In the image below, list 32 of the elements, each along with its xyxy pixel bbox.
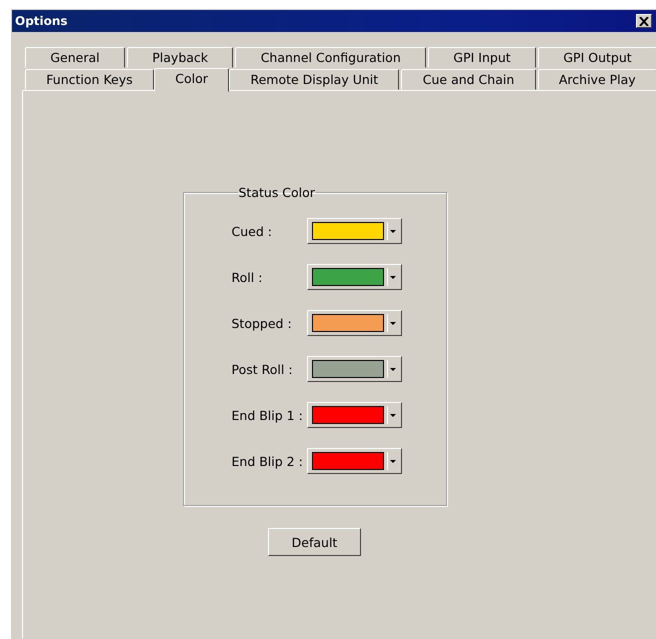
default-button[interactable]: Default bbox=[268, 528, 361, 556]
dropdown-arrow-icon bbox=[386, 360, 398, 378]
color-picker[interactable] bbox=[306, 310, 402, 336]
color-label: End Blip 1 : bbox=[232, 408, 304, 422]
color-label: Roll : bbox=[232, 270, 264, 284]
tab[interactable]: Function Keys bbox=[25, 69, 154, 90]
tab[interactable]: GPI Input bbox=[428, 47, 536, 68]
color-picker[interactable] bbox=[306, 402, 402, 428]
color-label: Cued : bbox=[232, 224, 273, 238]
window-title: Options bbox=[15, 14, 68, 28]
color-label: Stopped : bbox=[232, 316, 293, 330]
dropdown-arrow-icon bbox=[386, 222, 398, 240]
tab[interactable]: Archive Play bbox=[538, 69, 656, 90]
dropdown-arrow-icon bbox=[386, 314, 398, 332]
color-picker[interactable] bbox=[306, 356, 402, 382]
close-button[interactable] bbox=[636, 14, 652, 28]
color-label: End Blip 2 : bbox=[232, 454, 304, 468]
dropdown-arrow-icon bbox=[386, 452, 398, 470]
dropdown-arrow-icon bbox=[386, 268, 398, 286]
dropdown-arrow-icon bbox=[386, 406, 398, 424]
color-picker[interactable] bbox=[306, 218, 402, 244]
tab[interactable]: Playback bbox=[126, 47, 234, 68]
tab[interactable]: General bbox=[25, 47, 125, 68]
tab[interactable]: Cue and Chain bbox=[401, 69, 536, 90]
group-title: Status Color bbox=[238, 185, 316, 200]
color-label: Post Roll : bbox=[232, 362, 294, 376]
tab[interactable]: Channel Configuration bbox=[235, 47, 426, 68]
tab[interactable]: Remote Display Unit bbox=[229, 69, 400, 90]
tab[interactable]: GPI Output bbox=[538, 47, 656, 68]
color-picker[interactable] bbox=[306, 448, 402, 474]
color-picker[interactable] bbox=[306, 264, 402, 290]
tab[interactable]: Color bbox=[154, 68, 230, 92]
